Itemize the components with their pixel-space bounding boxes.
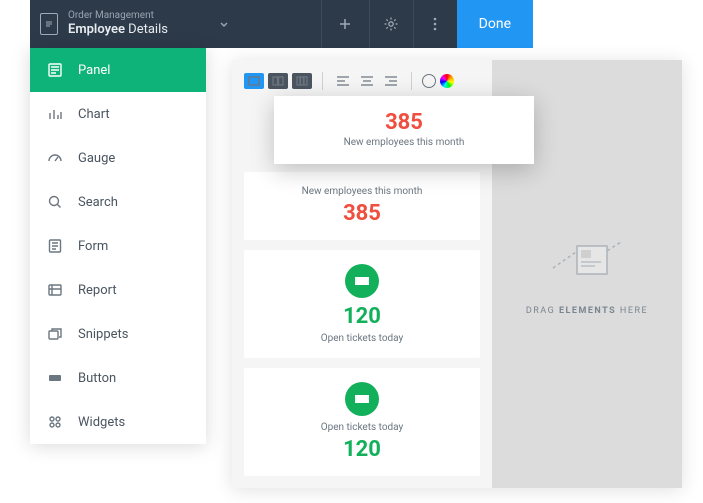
sidebar-item-report[interactable]: Report xyxy=(30,268,206,312)
align-center-button[interactable] xyxy=(357,73,377,89)
panel-toolbar xyxy=(244,70,480,94)
stat-card-tickets-alt[interactable]: Open tickets today 120 xyxy=(244,368,480,476)
sidebar-item-snippets[interactable]: Snippets xyxy=(30,312,206,356)
stat-card-employees[interactable]: New employees this month 385 xyxy=(244,172,480,240)
panel-icon xyxy=(46,61,64,79)
breadcrumb-main: Employee Details xyxy=(68,22,168,38)
sidebar-item-panel[interactable]: Panel xyxy=(30,48,206,92)
layout-column-2-button[interactable] xyxy=(268,73,288,89)
sidebar-item-label: Report xyxy=(78,283,117,298)
report-icon xyxy=(46,281,64,299)
canvas-column: 385 New employees this month New employe… xyxy=(232,60,492,488)
card-value: 120 xyxy=(343,437,381,462)
align-left-button[interactable] xyxy=(333,73,353,89)
chart-icon xyxy=(46,105,64,123)
layout-column-1-button[interactable] xyxy=(244,73,264,89)
button-icon xyxy=(46,369,64,387)
stat-popover[interactable]: 385 New employees this month xyxy=(274,96,534,164)
sidebar-item-label: Snippets xyxy=(78,327,129,342)
sidebar-item-label: Button xyxy=(78,371,116,386)
breadcrumb-top: Order Management xyxy=(68,10,168,22)
chevron-down-icon[interactable] xyxy=(218,15,230,34)
sidebar-item-button[interactable]: Button xyxy=(30,356,206,400)
stat-card-tickets[interactable]: 120 Open tickets today xyxy=(244,250,480,358)
toolbar-separator xyxy=(322,72,323,90)
sidebar-item-label: Chart xyxy=(78,107,110,122)
card-label: Open tickets today xyxy=(321,333,404,344)
sidebar-item-form[interactable]: Form xyxy=(30,224,206,268)
drop-zone-illustration-icon xyxy=(547,232,627,288)
gauge-icon xyxy=(46,149,64,167)
ticket-icon xyxy=(345,264,379,298)
card-label: Open tickets today xyxy=(321,422,404,433)
done-button[interactable]: Done xyxy=(457,0,533,48)
snippets-icon xyxy=(46,325,64,343)
breadcrumb[interactable]: Order Management Employee Details xyxy=(68,10,168,38)
card-label: New employees this month xyxy=(302,186,423,197)
sidebar-item-label: Panel xyxy=(78,63,110,78)
drop-zone-text: DRAG ELEMENTS HERE xyxy=(526,306,648,316)
widgets-icon xyxy=(46,413,64,431)
align-right-button[interactable] xyxy=(381,73,401,89)
topbar: Order Management Employee Details Done xyxy=(30,0,533,48)
sidebar-item-label: Search xyxy=(78,195,118,210)
color-wheel-button[interactable] xyxy=(440,74,454,88)
card-value: 385 xyxy=(343,201,381,226)
popover-label: New employees this month xyxy=(284,137,524,148)
card-value: 120 xyxy=(343,304,381,329)
sidebar-item-label: Widgets xyxy=(78,415,125,430)
sidebar-item-search[interactable]: Search xyxy=(30,180,206,224)
settings-button[interactable] xyxy=(369,0,413,48)
ticket-icon xyxy=(345,382,379,416)
page-icon xyxy=(40,13,58,35)
sidebar-item-label: Form xyxy=(78,239,108,254)
more-button[interactable] xyxy=(413,0,457,48)
sidebar-item-widgets[interactable]: Widgets xyxy=(30,400,206,444)
form-icon xyxy=(46,237,64,255)
popover-value: 385 xyxy=(284,110,524,135)
sidebar-item-gauge[interactable]: Gauge xyxy=(30,136,206,180)
layout-column-3-button[interactable] xyxy=(292,73,312,89)
toolbar-separator xyxy=(411,72,412,90)
add-page-button[interactable] xyxy=(321,0,369,48)
sidebar-item-label: Gauge xyxy=(78,151,115,166)
sidebar-item-chart[interactable]: Chart xyxy=(30,92,206,136)
topbar-right: Done xyxy=(369,0,533,48)
topbar-left: Order Management Employee Details xyxy=(30,10,321,38)
canvas: 385 New employees this month New employe… xyxy=(232,60,682,488)
component-sidebar: Panel Chart Gauge Search Form Report Sni… xyxy=(30,48,206,444)
search-icon xyxy=(46,193,64,211)
color-outline-button[interactable] xyxy=(422,74,436,88)
